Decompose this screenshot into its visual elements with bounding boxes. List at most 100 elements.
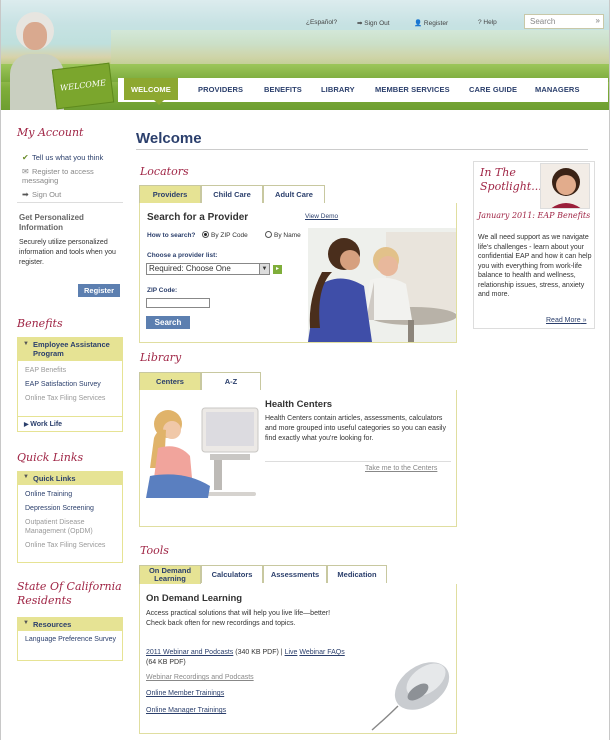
quick-links-panel-header[interactable]: ▼ Quick Links	[17, 471, 123, 485]
live-link[interactable]: Live	[285, 649, 298, 656]
work-life-label: Work Life	[30, 421, 63, 428]
state-residents-heading: State Of California Residents	[17, 580, 122, 607]
register-link[interactable]: 👤 Register	[414, 19, 448, 27]
provider-search-title: Search for a Provider	[147, 212, 249, 223]
register-label: Register	[423, 20, 449, 27]
depression-screening-link[interactable]: Depression Screening	[25, 504, 94, 513]
manager-trainings-link[interactable]: Online Manager Trainings	[146, 706, 226, 716]
resources-panel-title: Resources	[33, 620, 72, 629]
opdm-link[interactable]: Outpatient Disease Management (OpDM)	[25, 518, 119, 536]
webinar-links: 2011 Webinar and Podcasts (340 KB PDF) |…	[146, 648, 346, 668]
health-centers-title: Health Centers	[265, 399, 333, 410]
tab-adult-care[interactable]: Adult Care	[263, 185, 325, 203]
register-messaging-link[interactable]: ✉ Register to access messaging	[22, 167, 112, 185]
welcome-sign-text: WELCOME	[59, 78, 107, 93]
chevron-right-icon: »	[580, 317, 587, 324]
active-nav-arrow	[154, 100, 164, 105]
provider-list-select[interactable]: Required: Choose One ▼	[146, 263, 270, 275]
radio-name-label: By Name	[274, 232, 301, 239]
chevron-right-icon[interactable]: »	[596, 16, 600, 25]
nav-welcome[interactable]: WELCOME	[124, 78, 178, 100]
how-to-search-label: How to search?	[147, 232, 196, 239]
language-survey-link[interactable]: Language Preference Survey	[25, 635, 117, 644]
search-input[interactable]: Search »	[524, 14, 604, 29]
webinar-recordings-link[interactable]: Webinar Recordings and Podcasts	[146, 673, 254, 683]
radio-selected-icon	[202, 231, 209, 238]
my-account-heading: My Account	[17, 126, 84, 139]
spotlight-text: We all need support as we navigate life'…	[478, 234, 592, 298]
tab-calculators[interactable]: Calculators	[201, 565, 263, 583]
feedback-label: Tell us what you think	[32, 153, 104, 162]
zip-code-input[interactable]	[146, 298, 210, 308]
nav-library[interactable]: LIBRARY	[321, 85, 355, 94]
radio-empty-icon	[265, 231, 272, 238]
radio-zip-label: By ZIP Code	[211, 232, 248, 239]
view-demo-link[interactable]: View Demo	[305, 213, 338, 220]
spotlight-photo	[540, 163, 590, 209]
eap-benefits-link[interactable]: EAP Benefits	[25, 366, 66, 375]
work-life-link[interactable]: ▶ Work Life	[24, 420, 62, 430]
girl-computer-photo	[146, 407, 259, 498]
quick-links-panel-title: Quick Links	[33, 474, 76, 483]
triangle-down-icon: ▼	[23, 341, 29, 347]
tab-medication[interactable]: Medication	[327, 565, 387, 583]
quick-tax-filing-link[interactable]: Online Tax Filing Services	[25, 541, 117, 550]
take-me-to-centers-link[interactable]: Take me to the Centers	[365, 465, 437, 472]
tab-assessments[interactable]: Assessments	[263, 565, 327, 583]
help-link[interactable]: ? Help	[478, 19, 497, 26]
spotlight-heading-line1: In The	[480, 166, 516, 179]
nav-benefits[interactable]: BENEFITS	[264, 85, 302, 94]
select-value: Required: Choose One	[149, 264, 231, 273]
nav-managers[interactable]: MANAGERS	[535, 85, 580, 94]
eap-survey-link[interactable]: EAP Satisfaction Survey	[25, 380, 101, 389]
envelope-icon: ✉	[22, 167, 29, 176]
webinar-faqs-meta: (64 KB PDF)	[146, 659, 186, 666]
provider-search-button[interactable]: Search	[146, 316, 190, 329]
sidebar-sign-out-label: Sign Out	[32, 190, 62, 199]
webinar-faqs-link[interactable]: Webinar FAQs	[299, 649, 344, 656]
nav-member-services[interactable]: MEMBER SERVICES	[375, 85, 450, 94]
webinar-podcasts-meta: (340 KB PDF) |	[235, 649, 283, 656]
register-button[interactable]: Register	[78, 284, 120, 297]
go-arrow-button[interactable]: ▸	[273, 265, 282, 274]
member-trainings-link[interactable]: Online Member Trainings	[146, 689, 224, 699]
benefits-heading: Benefits	[17, 317, 63, 330]
tools-heading: Tools	[140, 544, 169, 557]
spotlight-heading-line2: Spotlight...	[480, 180, 542, 193]
sidebar-sign-out-link[interactable]: ➡ Sign Out	[22, 190, 61, 199]
dropdown-arrow-icon: ▼	[259, 264, 269, 274]
page-title: Welcome	[136, 130, 202, 147]
register-messaging-label: Register to access messaging	[22, 167, 94, 185]
checkmark-icon: ✔	[22, 153, 29, 162]
library-heading: Library	[140, 351, 182, 364]
personalized-text: Securely utilize personalized informatio…	[19, 239, 116, 266]
tab-on-demand-learning[interactable]: On Demand Learning	[139, 565, 201, 584]
triangle-down-icon: ▼	[23, 474, 29, 480]
feedback-link[interactable]: ✔ Tell us what you think	[22, 153, 103, 162]
webinar-podcasts-link[interactable]: 2011 Webinar and Podcasts	[146, 649, 233, 656]
help-label: Help	[483, 19, 497, 26]
computer-mouse-image	[371, 662, 450, 731]
read-more-link[interactable]: Read More »	[546, 317, 586, 324]
radio-zip[interactable]: By ZIP Code	[202, 231, 248, 239]
zip-code-label: ZIP Code:	[147, 287, 178, 294]
triangle-down-icon: ▼	[23, 620, 29, 626]
nav-care-guide[interactable]: CARE GUIDE	[469, 85, 517, 94]
divider	[265, 461, 451, 462]
spotlight-subheading: January 2011: EAP Benefits	[478, 211, 591, 220]
nav-providers[interactable]: PROVIDERS	[198, 85, 243, 94]
quick-links-heading: Quick Links	[17, 451, 84, 464]
sign-out-link[interactable]: ➡ Sign Out	[357, 19, 390, 27]
search-placeholder: Search	[530, 17, 556, 26]
eap-panel-header[interactable]: ▼ Employee Assistance Program	[17, 337, 123, 361]
tax-filing-link[interactable]: Online Tax Filing Services	[25, 394, 117, 403]
tab-providers[interactable]: Providers	[139, 185, 201, 203]
radio-name[interactable]: By Name	[265, 231, 301, 239]
tab-centers[interactable]: Centers	[139, 372, 201, 390]
tab-a-z[interactable]: A-Z	[201, 372, 261, 390]
title-rule	[136, 149, 588, 150]
tab-child-care[interactable]: Child Care	[201, 185, 263, 203]
espanol-link[interactable]: ¿Español?	[306, 19, 337, 26]
online-training-link[interactable]: Online Training	[25, 490, 72, 499]
resources-panel-header[interactable]: ▼ Resources	[17, 617, 123, 631]
